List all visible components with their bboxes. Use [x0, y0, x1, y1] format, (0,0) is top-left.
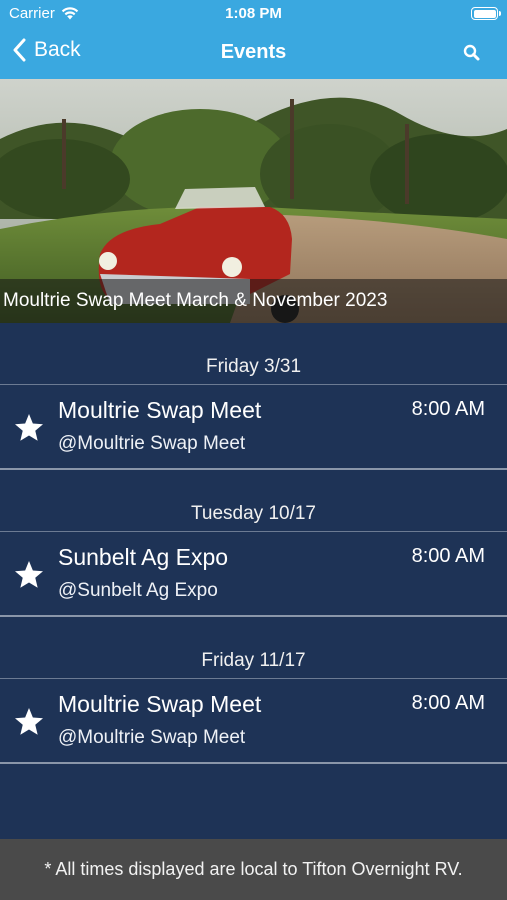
hero-caption: Moultrie Swap Meet March & November 2023 — [0, 279, 507, 323]
search-icon[interactable] — [461, 42, 483, 64]
star-icon[interactable] — [13, 412, 45, 444]
event-name: Moultrie Swap Meet — [58, 397, 262, 423]
back-label: Back — [34, 38, 81, 61]
status-time: 1:08 PM — [225, 5, 282, 22]
battery-icon — [471, 7, 501, 20]
hero-banner: Moultrie Swap Meet March & November 2023 — [0, 79, 507, 323]
event-time: 8:00 AM — [411, 398, 485, 420]
star-icon[interactable] — [13, 706, 45, 738]
chevron-left-icon — [13, 38, 26, 62]
event-name: Sunbelt Ag Expo — [58, 544, 229, 570]
timezone-note: * All times displayed are local to Tifto… — [0, 839, 507, 900]
date-header: Friday 3/31 — [0, 323, 507, 385]
event-row[interactable]: Moultrie Swap Meet @Moultrie Swap Meet 8… — [0, 679, 507, 764]
event-group: Friday 3/31 Moultrie Swap Meet @Moultrie… — [0, 323, 507, 470]
event-time: 8:00 AM — [411, 692, 485, 714]
navigation-header: Carrier 1:08 PM Back Events — [0, 0, 507, 79]
event-group: Tuesday 10/17 Sunbelt Ag Expo @Sunbelt A… — [0, 470, 507, 617]
star-icon[interactable] — [13, 559, 45, 591]
nav-bar: Back Events — [0, 28, 507, 79]
status-bar: Carrier 1:08 PM — [0, 0, 507, 28]
event-venue: @Moultrie Swap Meet — [58, 433, 246, 454]
event-time: 8:00 AM — [411, 545, 485, 567]
event-name: Moultrie Swap Meet — [58, 691, 262, 717]
date-header: Friday 11/17 — [0, 617, 507, 679]
event-group: Friday 11/17 Moultrie Swap Meet @Moultri… — [0, 617, 507, 764]
events-list: Friday 3/31 Moultrie Swap Meet @Moultrie… — [0, 323, 507, 764]
event-venue: @Moultrie Swap Meet — [58, 727, 246, 748]
event-row[interactable]: Sunbelt Ag Expo @Sunbelt Ag Expo 8:00 AM — [0, 532, 507, 617]
event-venue: @Sunbelt Ag Expo — [58, 580, 218, 601]
back-button[interactable]: Back — [12, 38, 81, 62]
event-row[interactable]: Moultrie Swap Meet @Moultrie Swap Meet 8… — [0, 385, 507, 470]
date-header: Tuesday 10/17 — [0, 470, 507, 532]
